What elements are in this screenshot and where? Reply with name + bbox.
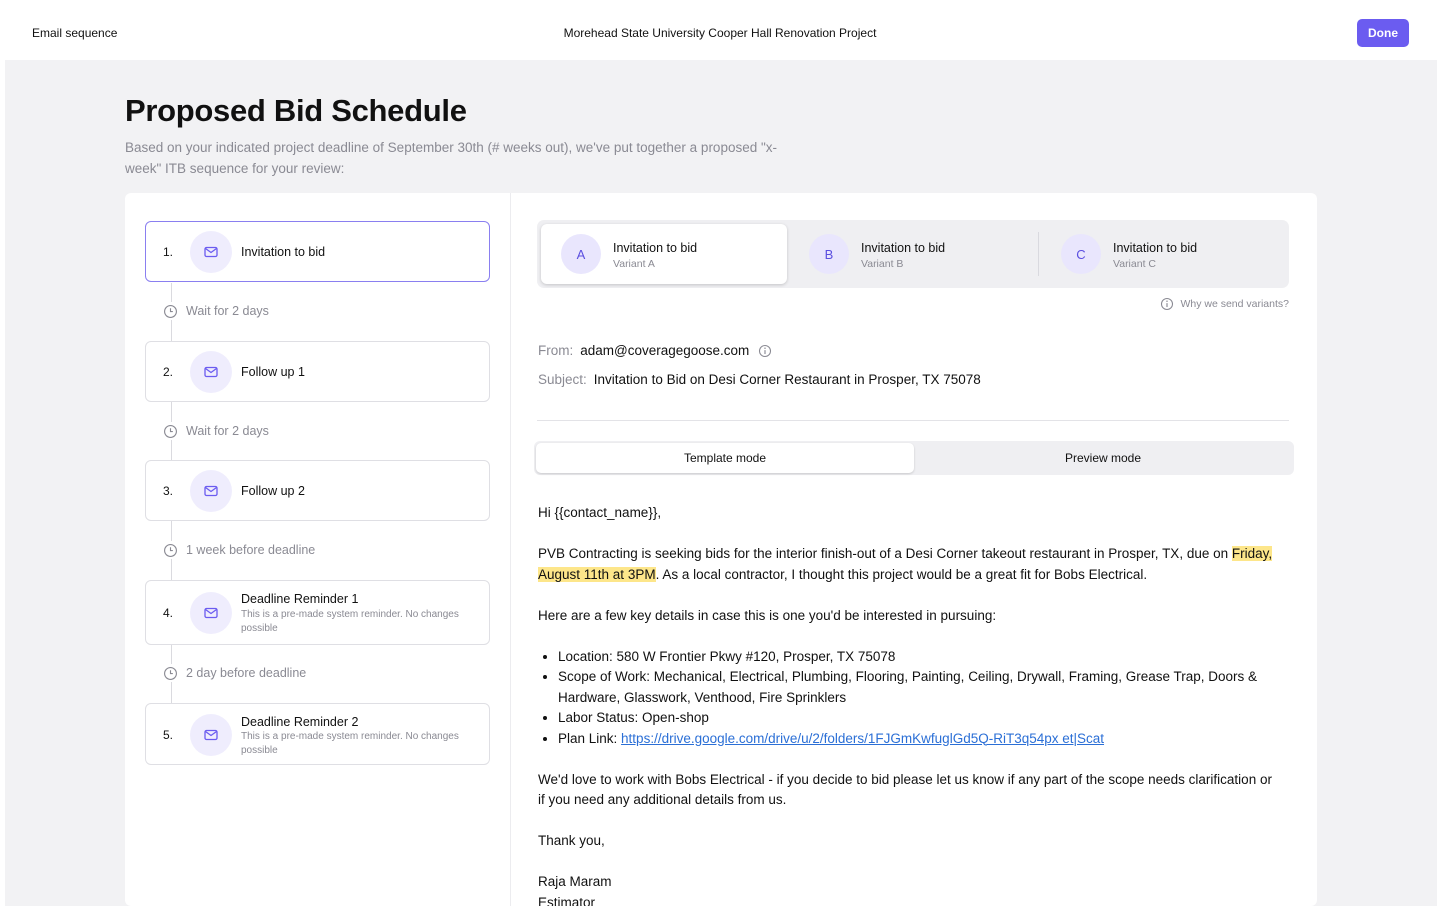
variant-badge: B — [809, 234, 849, 274]
variant-badge: C — [1061, 234, 1101, 274]
preview-mode-tab[interactable]: Preview mode — [914, 443, 1292, 473]
mail-icon — [190, 351, 232, 393]
step-number: 5. — [163, 728, 174, 742]
schedule-card: 1. Invitation to bid Wait for 2 days 2. … — [125, 193, 1317, 906]
wait-label: 1 week before deadline — [186, 543, 316, 557]
plan-link-prefix: Plan Link: — [558, 730, 622, 746]
step-label: Follow up 2 — [241, 484, 305, 498]
email-paragraph: PVB Contracting is seeking bids for the … — [538, 544, 1278, 585]
step-label: Deadline Reminder 2 — [241, 715, 359, 729]
from-line: From: adam@coveragegoose.com — [538, 343, 772, 358]
variant-title: Invitation to bid — [1113, 241, 1198, 255]
plan-link[interactable]: https://drive.google.com/drive/u/2/folde… — [621, 731, 1104, 746]
variant-title: Invitation to bid — [861, 241, 946, 255]
wait-label: Wait for 2 days — [186, 424, 269, 438]
list-item: Location: 580 W Frontier Pkwy #120, Pros… — [558, 647, 1278, 668]
step-invitation-to-bid[interactable]: 1. Invitation to bid — [145, 221, 490, 282]
step-follow-up-2[interactable]: 3. Follow up 2 — [145, 460, 490, 521]
from-value: adam@coveragegoose.com — [580, 343, 750, 358]
step-deadline-reminder-1[interactable]: 4. Deadline Reminder 1 This is a pre-mad… — [145, 580, 490, 645]
wait-item: 1 week before deadline — [163, 541, 320, 559]
variant-tab-a[interactable]: A Invitation to bid Variant A — [541, 224, 787, 284]
step-number: 2. — [163, 365, 174, 379]
step-note: This is a pre-made system reminder. No c… — [241, 731, 459, 756]
mail-icon — [190, 592, 232, 634]
variant-badge: A — [561, 234, 601, 274]
step-number: 3. — [163, 484, 174, 498]
signature-title: Estimator — [538, 894, 596, 906]
email-greeting: Hi {{contact_name}}, — [538, 505, 662, 520]
variant-tab-b[interactable]: B Invitation to bid Variant B — [789, 224, 1035, 284]
details-list: Location: 580 W Frontier Pkwy #120, Pros… — [558, 647, 1278, 750]
wait-item: Wait for 2 days — [163, 422, 273, 440]
subject-label: Subject: — [538, 372, 587, 387]
project-title: Morehead State University Cooper Hall Re… — [563, 26, 877, 40]
email-paragraph: Here are a few key details in case this … — [538, 607, 997, 623]
wait-item: 2 day before deadline — [163, 664, 311, 682]
email-body-editor[interactable]: Hi {{contact_name}}, PVB Contracting is … — [538, 503, 1278, 906]
step-label: Follow up 1 — [241, 365, 305, 379]
list-item: Plan Link: https://drive.google.com/driv… — [558, 729, 1278, 750]
mode-toggle: Template mode Preview mode — [534, 441, 1294, 475]
subject-line: Subject: Invitation to Bid on Desi Corner… — [538, 372, 981, 387]
info-icon[interactable] — [758, 344, 772, 358]
step-number: 1. — [163, 245, 174, 259]
panel-divider — [510, 193, 511, 906]
variant-subtitle: Variant A — [613, 258, 655, 270]
email-signoff: Thank you, — [538, 833, 605, 848]
done-button[interactable]: Done — [1357, 19, 1409, 47]
wait-label: Wait for 2 days — [186, 304, 269, 318]
variant-tab-c[interactable]: C Invitation to bid Variant C — [1041, 224, 1287, 284]
why-variants-label: Why we send variants? — [1180, 298, 1289, 310]
page-title: Proposed Bid Schedule — [125, 93, 467, 128]
mail-icon — [190, 714, 232, 756]
variant-title: Invitation to bid — [613, 241, 698, 255]
from-label: From: — [538, 343, 574, 358]
header-divider — [537, 420, 1289, 421]
wait-label: 2 day before deadline — [186, 666, 307, 680]
list-item: Labor Status: Open-shop — [558, 708, 1278, 729]
clock-icon — [164, 543, 177, 557]
list-item: Scope of Work: Mechanical, Electrical, P… — [558, 667, 1278, 708]
page-subtitle: Based on your indicated project deadline… — [125, 140, 778, 176]
clock-icon — [164, 666, 177, 680]
subject-value: Invitation to Bid on Desi Corner Restaur… — [593, 372, 981, 387]
top-bar: Email sequence Morehead State University… — [0, 0, 1440, 62]
step-number: 4. — [163, 606, 174, 620]
variant-separator — [1038, 232, 1039, 276]
signature-name: Raja Maram — [538, 874, 612, 889]
why-variants-link[interactable]: Why we send variants? — [1160, 297, 1289, 311]
step-label: Deadline Reminder 1 — [241, 592, 359, 606]
step-note: This is a pre-made system reminder. No c… — [241, 609, 459, 634]
clock-icon — [164, 424, 177, 438]
variant-subtitle: Variant B — [861, 258, 904, 270]
paragraph-text: . As a local contractor, I thought this … — [655, 566, 1148, 582]
mail-icon — [190, 231, 232, 273]
template-mode-tab[interactable]: Template mode — [536, 443, 914, 473]
email-paragraph: We'd love to work with Bobs Electrical -… — [538, 771, 1272, 808]
info-icon — [1161, 297, 1174, 311]
paragraph-text: PVB Contracting is seeking bids for the … — [538, 546, 1232, 561]
step-label: Invitation to bid — [241, 245, 326, 259]
step-follow-up-1[interactable]: 2. Follow up 1 — [145, 341, 490, 402]
step-deadline-reminder-2[interactable]: 5. Deadline Reminder 2 This is a pre-mad… — [145, 703, 490, 765]
wait-item: Wait for 2 days — [163, 302, 273, 320]
mail-icon — [190, 470, 232, 512]
variant-tabs: A Invitation to bid Variant A B Invitati… — [537, 220, 1289, 288]
variant-subtitle: Variant C — [1113, 258, 1156, 270]
clock-icon — [164, 304, 177, 318]
